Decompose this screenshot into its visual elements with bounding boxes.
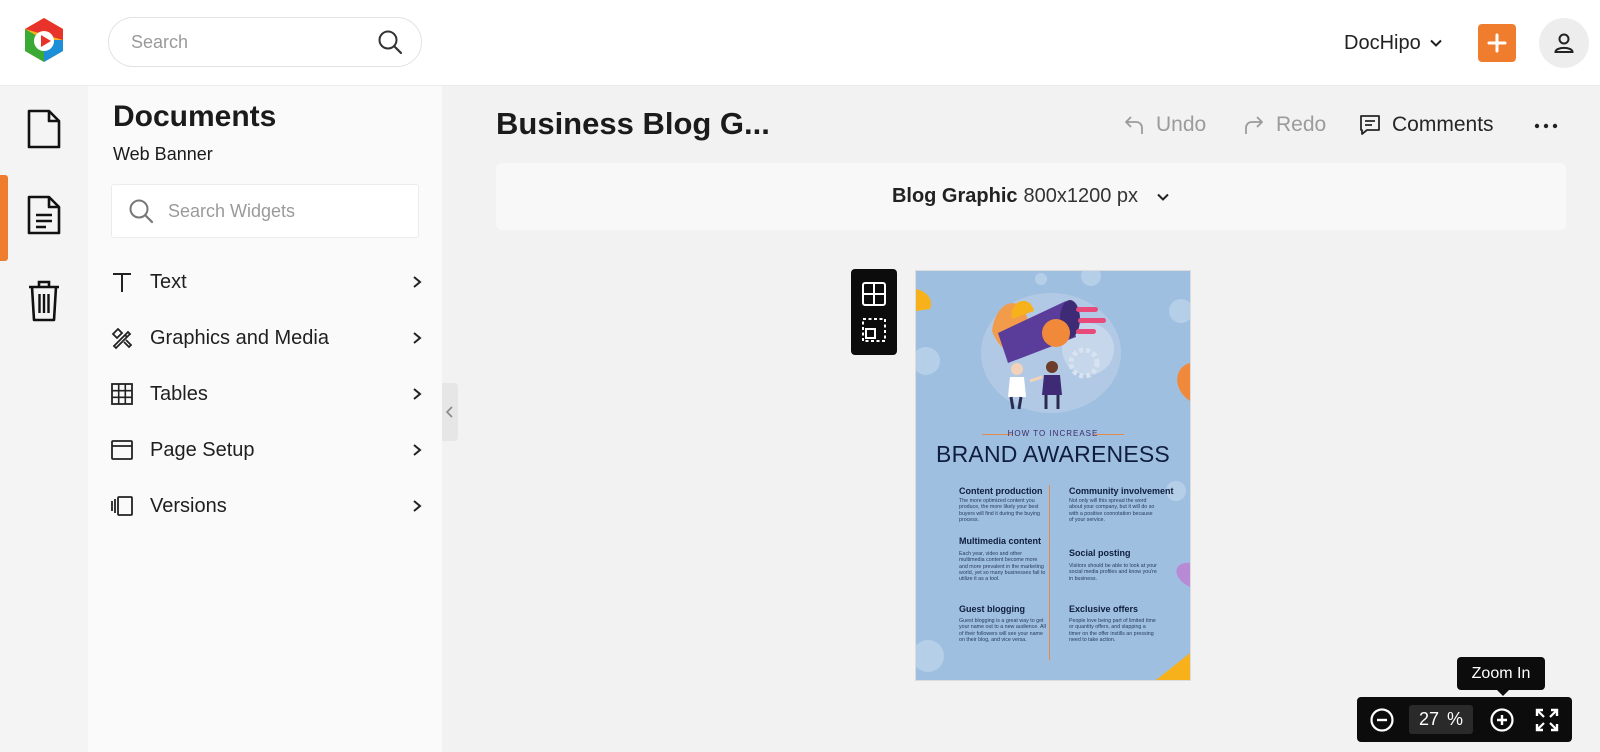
left-rail [0,86,88,752]
menu-item-tables[interactable]: Tables [110,374,424,414]
more-horizontal-icon [1534,123,1558,129]
section-body: Each year, video and other multimedia co… [959,551,1046,583]
undo-label: Undo [1156,113,1207,136]
dochipo-logo[interactable] [22,16,66,64]
page-setup-icon [111,440,133,460]
plus-icon [1487,33,1507,53]
widget-search[interactable] [111,184,419,238]
menu-item-label: Graphics and Media [150,326,329,349]
grid-layout-icon[interactable] [861,281,887,307]
page-tools [851,269,897,355]
comments-button[interactable]: Comments [1358,108,1494,142]
chevron-right-icon [413,500,422,512]
format-name: Blog Graphic [891,185,1018,207]
section-title: Multimedia content [959,536,1042,546]
document-format-selector[interactable]: Blog Graphic 800x1200 px [496,163,1566,230]
zoom-level[interactable]: 27 % [1409,705,1473,734]
zoom-value: 27 [1418,709,1439,729]
page-heading: BRAND AWARENESS [936,441,1170,467]
profile-button[interactable] [1539,18,1589,68]
format-size: 800x1200 px [1023,185,1139,207]
chevron-right-icon [413,444,422,456]
top-bar: DocHipo [0,0,1600,86]
panel-title: Documents [113,100,277,133]
global-search[interactable] [108,17,422,67]
account-menu[interactable]: DocHipo [1344,28,1443,58]
canvas-page[interactable]: HOW TO INCREASE BRAND AWARENESS Content … [916,271,1190,680]
widgets-panel: Documents Web Banner Text Graphics and M… [88,86,442,752]
document-title[interactable]: Business Blog G... [496,106,770,142]
zoom-controls: 27 % [1357,697,1572,742]
create-new-button[interactable] [1478,24,1516,62]
section-title: Content production [959,486,1043,496]
graphics-icon [111,327,133,350]
undo-button[interactable]: Undo [1122,108,1206,142]
section-title: Exclusive offers [1069,604,1139,614]
table-icon [111,383,133,405]
menu-item-label: Tables [150,382,208,405]
zoom-in-tooltip: Zoom In [1457,657,1545,696]
more-options-button[interactable] [1529,112,1563,140]
fullscreen-icon[interactable] [1534,707,1560,733]
search-input[interactable] [131,18,361,66]
document-icon [27,109,61,149]
rail-item-trash[interactable] [0,258,88,344]
menu-item-text[interactable]: Text [110,262,424,302]
text-icon [113,273,131,292]
chevron-right-icon [413,388,422,400]
section-body: Visitors should be able to look at your … [1069,563,1157,582]
collapse-panel-button[interactable] [442,383,458,441]
menu-item-label: Page Setup [150,438,255,461]
comments-label: Comments [1392,113,1494,136]
versions-icon [111,496,133,516]
section-title: Guest blogging [959,604,1025,614]
chevron-down-icon [1429,39,1442,47]
zoom-out-icon[interactable] [1369,707,1395,733]
chevron-left-icon [445,406,453,418]
panel-subtitle: Web Banner [113,144,213,164]
zoom-unit: % [1447,709,1464,729]
redo-button[interactable]: Redo [1242,108,1326,142]
rail-item-templates[interactable] [0,172,88,258]
redo-icon [1245,116,1263,134]
rail-item-documents[interactable] [0,86,88,172]
section-title: Community involvement [1069,486,1174,496]
user-icon [1554,33,1574,53]
text-document-icon [27,195,61,235]
section-body: People love being part of limited time o… [1069,618,1156,643]
section-body: Guest blogging is a great way to get you… [959,618,1046,643]
chevron-right-icon [413,276,422,288]
column-divider [1049,485,1050,660]
chevron-right-icon [413,332,422,344]
section-body: Not only will this spread the word about… [1069,498,1155,523]
undo-icon [1125,116,1143,134]
trash-icon [29,280,59,322]
widget-search-input[interactable] [168,185,408,237]
zoom-in-icon[interactable] [1489,707,1515,733]
chevron-down-icon [1157,193,1169,201]
redo-label: Redo [1276,113,1327,136]
select-all-icon[interactable] [861,317,887,343]
search-icon[interactable] [377,29,403,55]
search-icon [129,199,154,224]
menu-item-graphics-media[interactable]: Graphics and Media [110,318,424,358]
menu-item-versions[interactable]: Versions [110,486,424,526]
menu-item-label: Text [150,270,187,293]
section-title: Social posting [1069,548,1131,558]
section-body: The more optimized content you produce, … [959,498,1040,523]
account-name: DocHipo [1344,31,1421,54]
menu-item-label: Versions [150,494,227,517]
comment-icon [1360,115,1380,135]
menu-item-page-setup[interactable]: Page Setup [110,430,424,470]
page-kicker: HOW TO INCREASE [1007,429,1099,438]
